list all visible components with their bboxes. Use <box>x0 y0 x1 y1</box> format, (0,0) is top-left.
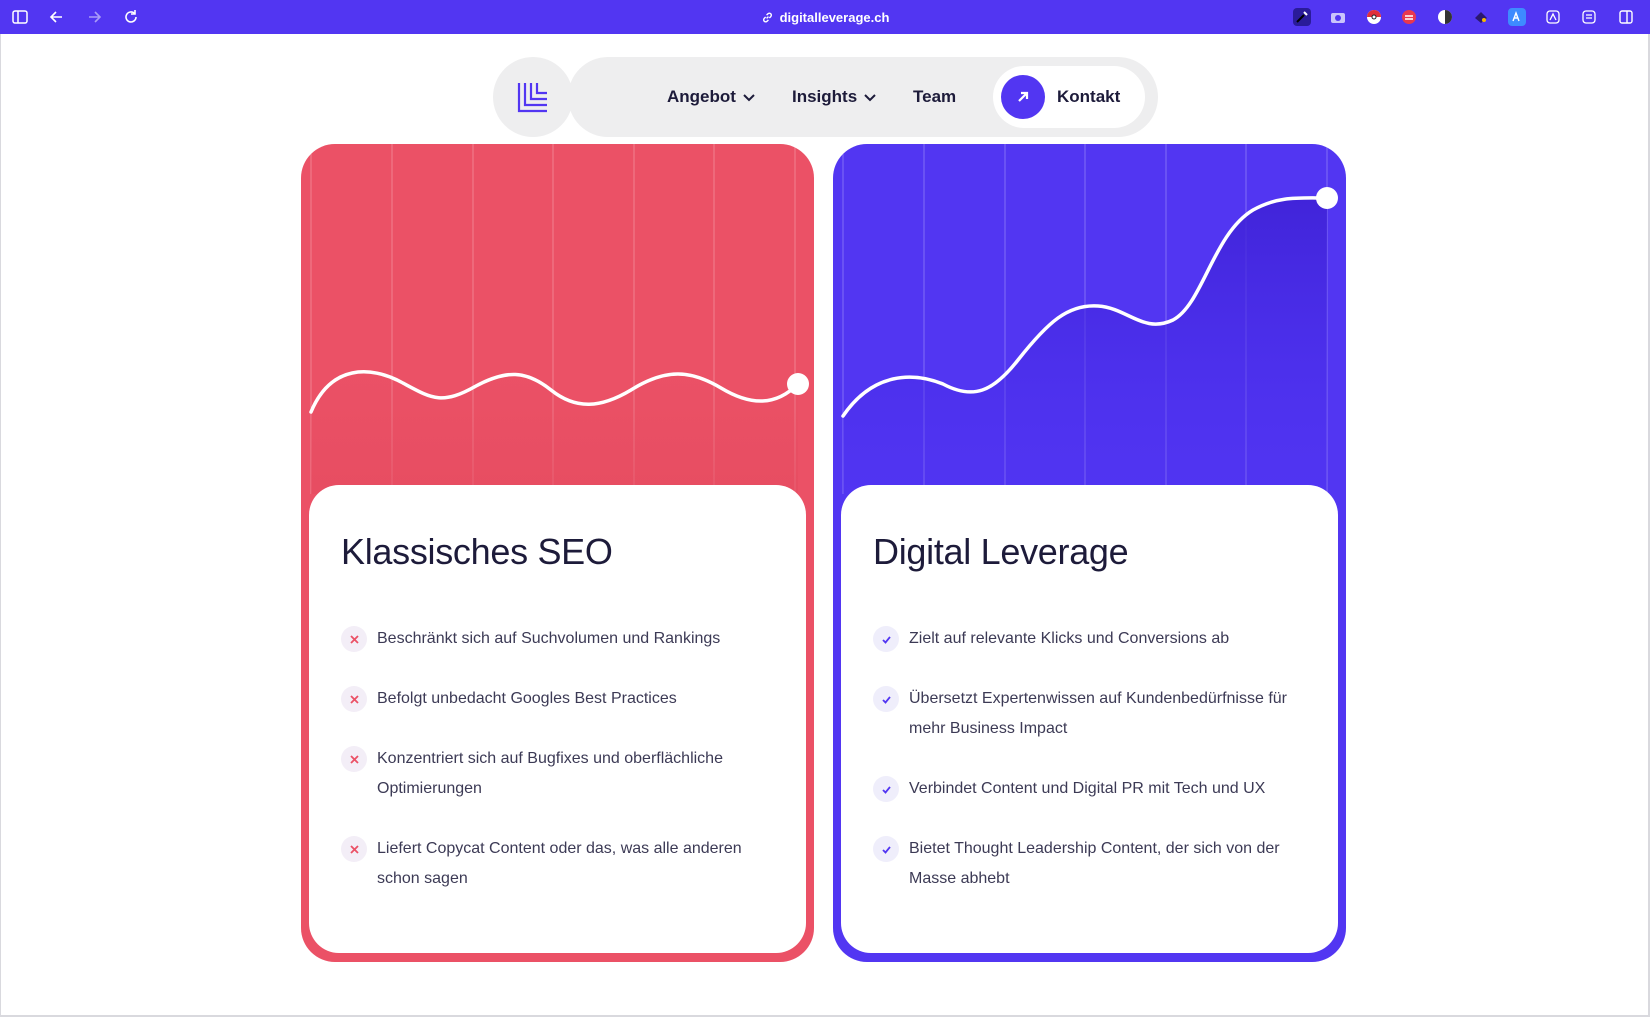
list-item-text: Konzentriert sich auf Bugfixes und oberf… <box>377 750 723 797</box>
card-title: Digital Leverage <box>873 531 1129 572</box>
list-item: Liefert Copycat Content oder das, was al… <box>341 834 774 894</box>
check-icon <box>873 686 899 712</box>
address-bar[interactable]: digitalleverage.ch <box>761 9 890 25</box>
sidebar-right-icon[interactable] <box>1617 8 1635 26</box>
nav-item-label: Angebot <box>667 87 736 106</box>
list-item: Bietet Thought Leadership Content, der s… <box>873 834 1306 894</box>
cross-icon <box>341 836 367 862</box>
camera-extension-icon[interactable] <box>1329 8 1347 26</box>
arrow-up-right-icon <box>1001 75 1045 119</box>
contact-label: Kontakt <box>1057 87 1121 106</box>
nav-item-label: Insights <box>792 87 858 106</box>
list-item: Beschränkt sich auf Suchvolumen und Rank… <box>341 624 774 654</box>
list-item-text: Befolgt unbedacht Googles Best Practices <box>377 690 677 707</box>
card-content: Klassisches SEO Beschränkt sich auf Such… <box>309 485 806 953</box>
end-point-marker <box>787 373 809 395</box>
grey-extension-icon[interactable] <box>1436 8 1454 26</box>
link-icon <box>762 12 772 22</box>
sidebar-toggle-icon[interactable] <box>10 7 30 27</box>
flat-wave-graphic <box>309 144 809 494</box>
list-item-text: Übersetzt Expertenwissen auf Kundenbedür… <box>909 690 1287 737</box>
reload-icon[interactable] <box>121 7 141 27</box>
back-arrow-icon[interactable] <box>47 7 67 27</box>
card-title: Klassisches SEO <box>341 531 613 572</box>
eyedropper-extension-icon[interactable] <box>1293 8 1311 26</box>
end-point-marker <box>1316 187 1338 209</box>
list-item: Konzentriert sich auf Bugfixes und oberf… <box>341 744 774 804</box>
list-item: Befolgt unbedacht Googles Best Practices <box>341 684 774 714</box>
check-icon <box>873 836 899 862</box>
list-item: Zielt auf relevante Klicks und Conversio… <box>873 624 1306 654</box>
cross-icon <box>341 626 367 652</box>
card-classic-seo: Klassisches SEO Beschränkt sich auf Such… <box>301 144 814 962</box>
nav-item-label: Team <box>913 87 957 106</box>
comparison-list: Beschränkt sich auf Suchvolumen und Rank… <box>341 624 774 894</box>
nav-item-angebot[interactable]: Angebot <box>667 57 756 137</box>
red-extension-icon[interactable] <box>1400 8 1418 26</box>
list-item: Verbindet Content und Digital PR mit Tec… <box>873 774 1306 804</box>
page-frame <box>0 34 1650 1017</box>
cross-icon <box>341 686 367 712</box>
list-item: Übersetzt Expertenwissen auf Kundenbedür… <box>873 684 1306 744</box>
check-icon <box>873 626 899 652</box>
nav-item-insights[interactable]: Insights <box>792 57 877 137</box>
site-logo[interactable] <box>493 57 573 137</box>
card-digital-leverage: Digital Leverage Zielt auf relevante Kli… <box>833 144 1346 962</box>
check-icon <box>873 776 899 802</box>
chevron-down-icon <box>743 94 755 102</box>
cross-icon <box>341 746 367 772</box>
browser-toolbar: digitalleverage.ch <box>0 0 1650 34</box>
reader-extension-icon[interactable] <box>1580 8 1598 26</box>
forward-arrow-icon[interactable] <box>84 7 104 27</box>
growth-curve-graphic <box>841 144 1338 494</box>
nav-item-team[interactable]: Team <box>913 57 956 137</box>
contact-button[interactable]: Kontakt <box>993 66 1145 128</box>
purple-extension-icon[interactable] <box>1472 8 1490 26</box>
list-item-text: Bietet Thought Leadership Content, der s… <box>909 840 1280 887</box>
list-item-text: Verbindet Content und Digital PR mit Tec… <box>909 780 1266 797</box>
comparison-list: Zielt auf relevante Klicks und Conversio… <box>873 624 1306 894</box>
list-item-text: Zielt auf relevante Klicks und Conversio… <box>909 630 1230 647</box>
list-item-text: Beschränkt sich auf Suchvolumen und Rank… <box>377 630 721 647</box>
logo-icon <box>517 83 547 113</box>
main-navigation: Angebot Insights Team Kontakt <box>568 57 1158 137</box>
url-text: digitalleverage.ch <box>779 9 890 25</box>
chevron-down-icon <box>864 94 876 102</box>
pokeball-extension-icon[interactable] <box>1365 8 1383 26</box>
list-item-text: Liefert Copycat Content oder das, was al… <box>377 840 742 887</box>
translate-extension-icon[interactable] <box>1508 8 1526 26</box>
text-extension-icon[interactable] <box>1544 8 1562 26</box>
card-content: Digital Leverage Zielt auf relevante Kli… <box>841 485 1338 953</box>
